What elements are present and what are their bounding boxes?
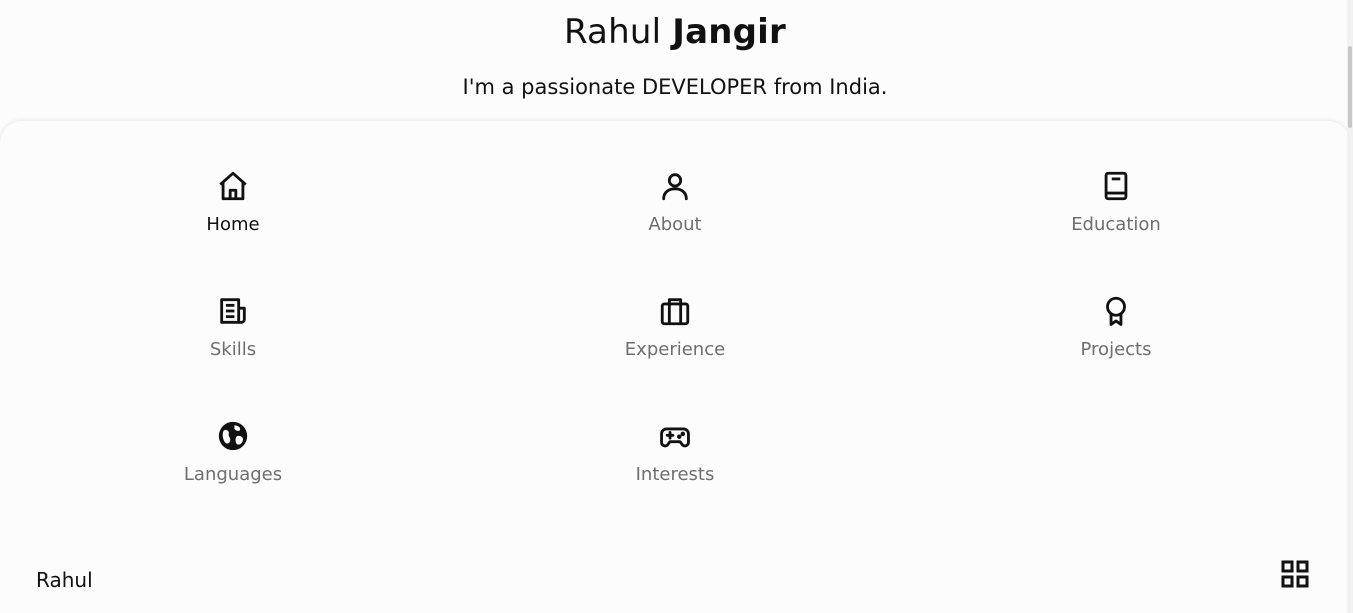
nav-item-label: Home xyxy=(206,214,260,235)
scrollbar[interactable] xyxy=(1347,0,1353,613)
nav-menu-panel: Home About Education Skills Experience P… xyxy=(0,121,1350,545)
nav-item-label: About xyxy=(648,214,702,235)
page: Rahul Jangir I'm a passionate DEVELOPER … xyxy=(0,0,1353,613)
hero-title: Rahul Jangir xyxy=(0,12,1350,52)
gamepad-icon xyxy=(658,419,692,453)
grid-icon xyxy=(1281,560,1309,588)
user-icon xyxy=(658,169,692,203)
hero-subtitle: I'm a passionate DEVELOPER from India. xyxy=(462,75,888,99)
nav-item-skills[interactable]: Skills xyxy=(83,294,383,384)
nav-item-experience[interactable]: Experience xyxy=(525,294,825,384)
nav-item-label: Projects xyxy=(1080,339,1152,360)
bottom-bar: Rahul xyxy=(0,545,1350,613)
nav-item-languages[interactable]: Languages xyxy=(83,419,383,509)
scrollbar-thumb[interactable] xyxy=(1348,46,1352,128)
nav-item-label: Interests xyxy=(635,464,715,485)
hero-first-name: Rahul xyxy=(563,12,662,52)
home-icon xyxy=(216,169,250,203)
nav-item-projects[interactable]: Projects xyxy=(966,294,1266,384)
nav-item-about[interactable]: About xyxy=(525,169,825,259)
menu-toggle-button[interactable] xyxy=(1280,559,1310,589)
briefcase-icon xyxy=(658,294,692,328)
nav-item-interests[interactable]: Interests xyxy=(525,419,825,509)
hero-last-name: Jangir xyxy=(672,12,787,52)
book-icon xyxy=(1099,169,1133,203)
newspaper-icon xyxy=(216,294,250,328)
globe-icon xyxy=(216,419,250,453)
nav-item-education[interactable]: Education xyxy=(966,169,1266,259)
nav-item-label: Languages xyxy=(183,464,283,485)
nav-item-label: Education xyxy=(1071,214,1161,235)
brand-link[interactable]: Rahul xyxy=(36,568,93,592)
nav-item-home[interactable]: Home xyxy=(83,169,383,259)
nav-item-label: Skills xyxy=(209,339,257,360)
award-icon xyxy=(1099,294,1133,328)
nav-item-label: Experience xyxy=(624,339,726,360)
